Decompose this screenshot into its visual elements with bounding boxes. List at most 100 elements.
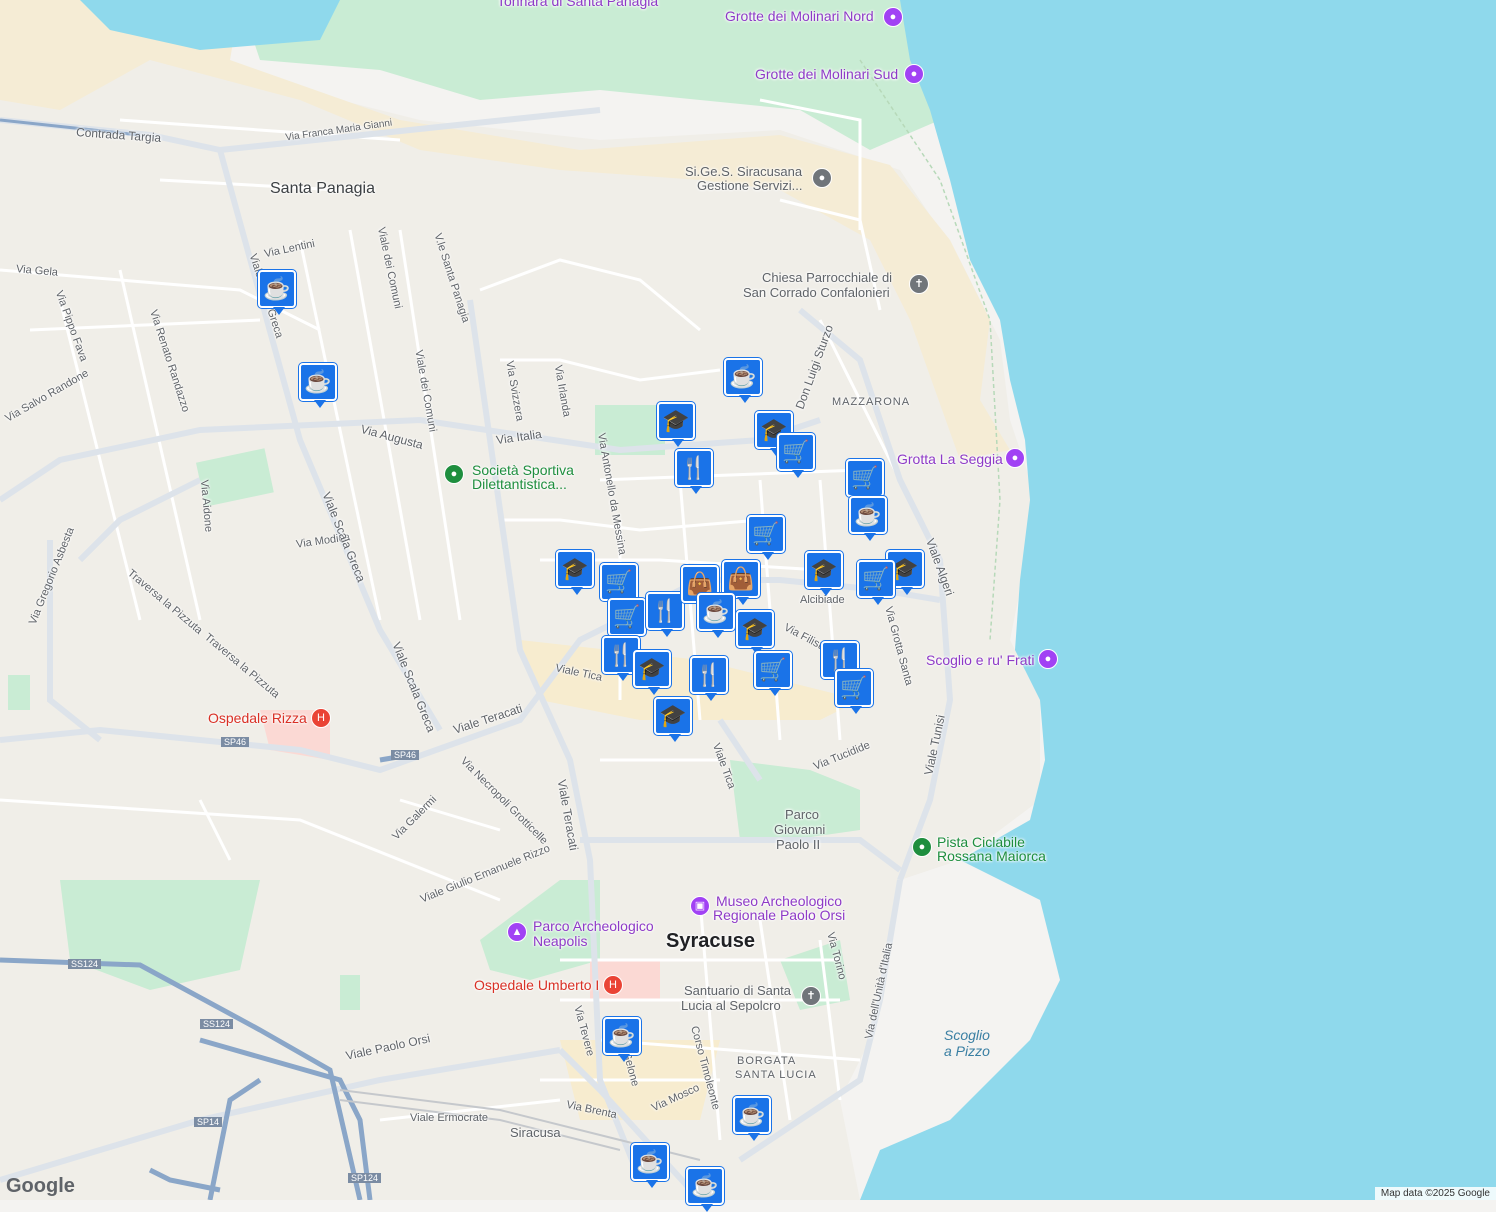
park-icon[interactable]: ● bbox=[912, 837, 932, 857]
cafe-icon: ☕ bbox=[702, 599, 730, 624]
cafe-marker[interactable]: ☕ bbox=[603, 1017, 641, 1062]
restaurant-icon: 🍴 bbox=[680, 455, 708, 480]
cafe-icon: ☕ bbox=[854, 502, 882, 527]
poi-label[interactable]: Regionale Paolo Orsi bbox=[713, 907, 845, 923]
water-label: Scoglio bbox=[944, 1027, 990, 1043]
poi-label[interactable]: Si.Ge.S. Siracusana bbox=[685, 164, 802, 179]
school-marker[interactable]: 🎓 bbox=[657, 402, 695, 447]
camera-icon[interactable]: ● bbox=[904, 64, 924, 84]
hospital-icon[interactable]: H bbox=[603, 975, 623, 995]
museum-icon[interactable]: ▣ bbox=[690, 896, 710, 916]
park-patch bbox=[340, 975, 360, 1010]
cafe-icon: ☕ bbox=[738, 1102, 766, 1127]
water-label: a Pizzo bbox=[944, 1043, 990, 1059]
school-icon: 🎓 bbox=[810, 557, 838, 582]
poi-label[interactable]: Grotta La Seggia bbox=[897, 451, 1003, 467]
shop-marker[interactable]: 🛒 bbox=[835, 669, 873, 714]
cafe-icon: ☕ bbox=[691, 1173, 719, 1198]
shop-icon: 🛒 bbox=[613, 604, 641, 629]
park-label: Parco bbox=[785, 807, 819, 822]
cafe-icon: ☕ bbox=[608, 1023, 636, 1048]
shop-marker[interactable]: 🛒 bbox=[754, 651, 792, 696]
poi-label[interactable]: Ospedale Umberto I bbox=[474, 977, 599, 993]
area-label: Santa Panagia bbox=[270, 180, 375, 197]
cafe-icon: ☕ bbox=[729, 364, 757, 389]
monument-icon[interactable]: ▲ bbox=[507, 922, 527, 942]
hospital-area bbox=[590, 960, 660, 1000]
restaurant-marker[interactable]: 🍴 bbox=[690, 656, 728, 701]
school-icon: 🎓 bbox=[662, 408, 690, 433]
poi-label[interactable]: Dilettantistica... bbox=[472, 476, 567, 492]
neighborhood-label: SANTA LUCIA bbox=[735, 1069, 817, 1081]
cafe-marker[interactable]: ☕ bbox=[849, 496, 887, 541]
cafe-marker[interactable]: ☕ bbox=[258, 270, 296, 315]
restaurant-marker[interactable]: 🍴 bbox=[646, 592, 684, 637]
neighborhood-label: BORGATA bbox=[737, 1055, 797, 1067]
church-icon[interactable]: ✝ bbox=[909, 274, 929, 294]
shop-icon: 🛒 bbox=[752, 521, 780, 546]
shop-marker[interactable]: 🛒 bbox=[608, 598, 646, 643]
poi-label[interactable]: Ospedale Rizza bbox=[208, 710, 307, 726]
school-marker[interactable]: 🎓 bbox=[736, 610, 774, 655]
street-label: Viale Ermocrate bbox=[410, 1112, 489, 1124]
poi-label[interactable]: Lucia al Sepolcro bbox=[681, 998, 781, 1013]
camera-icon[interactable]: ● bbox=[1038, 649, 1058, 669]
poi-label[interactable]: Chiesa Parrocchiale di bbox=[762, 270, 892, 285]
cafe-marker[interactable]: ☕ bbox=[697, 593, 735, 638]
shop-icon: 🛒 bbox=[605, 569, 633, 594]
park-icon[interactable]: ● bbox=[444, 464, 464, 484]
poi-label[interactable]: Tonnara di Santa Panagia bbox=[497, 0, 658, 9]
cafe-marker[interactable]: ☕ bbox=[724, 358, 762, 403]
road-shield: SP14 bbox=[194, 1117, 223, 1127]
poi-label[interactable]: Gestione Servizi... bbox=[697, 178, 803, 193]
cafe-marker[interactable]: ☕ bbox=[686, 1167, 724, 1212]
school-icon: 🎓 bbox=[561, 556, 589, 581]
map-attribution[interactable]: Map data ©2025 Google bbox=[1374, 1187, 1496, 1200]
road-shield: SS124 bbox=[68, 959, 102, 969]
cafe-icon: ☕ bbox=[304, 369, 332, 394]
road-shield: SP124 bbox=[348, 1173, 382, 1183]
google-logo: Google bbox=[6, 1175, 75, 1197]
camera-icon[interactable]: ● bbox=[1005, 448, 1025, 468]
cafe-marker[interactable]: ☕ bbox=[299, 363, 337, 408]
park-label: Paolo II bbox=[776, 837, 821, 852]
shop-marker[interactable]: 🛒 bbox=[857, 560, 895, 605]
poi-label[interactable]: Parco Archeologico bbox=[533, 918, 654, 934]
camera-icon[interactable]: ● bbox=[883, 7, 903, 27]
shop-icon: 🛒 bbox=[840, 675, 868, 700]
restaurant-marker[interactable]: 🍴 bbox=[675, 449, 713, 494]
neighborhood-label: MAZZARONA bbox=[832, 396, 911, 408]
school-icon: 🎓 bbox=[659, 703, 687, 728]
poi-label[interactable]: Neapolis bbox=[533, 933, 587, 949]
poi-label[interactable]: Grotte dei Molinari Sud bbox=[755, 66, 898, 82]
hospital-icon[interactable]: H bbox=[311, 708, 331, 728]
school-icon: 🎓 bbox=[638, 656, 666, 681]
cafe-marker[interactable]: ☕ bbox=[733, 1096, 771, 1141]
shop-icon: 🛒 bbox=[862, 566, 890, 591]
station-label[interactable]: Siracusa bbox=[510, 1125, 561, 1140]
poi-label[interactable]: Grotte dei Molinari Nord bbox=[725, 8, 874, 24]
road-shield: SP46 bbox=[391, 750, 420, 760]
cafe-icon: ☕ bbox=[263, 276, 291, 301]
shop-icon: 🛒 bbox=[759, 657, 787, 682]
school-marker[interactable]: 🎓 bbox=[805, 551, 843, 596]
poi-label[interactable]: San Corrado Confalonieri bbox=[743, 285, 890, 300]
shop-marker[interactable]: 🛒 bbox=[600, 563, 638, 608]
school-marker[interactable]: 🎓 bbox=[654, 697, 692, 742]
shop-marker[interactable]: 🛒 bbox=[777, 433, 815, 478]
park-label: Giovanni bbox=[774, 822, 826, 837]
shop-marker[interactable]: 🛒 bbox=[846, 459, 884, 504]
pin-icon[interactable]: ● bbox=[812, 168, 832, 188]
shop-marker[interactable]: 🛒 bbox=[747, 515, 785, 560]
poi-label[interactable]: Santuario di Santa bbox=[684, 983, 791, 998]
city-label: Syracuse bbox=[666, 930, 755, 952]
poi-label[interactable]: Rossana Maiorca bbox=[937, 848, 1046, 864]
road-shield: SS124 bbox=[200, 1019, 234, 1029]
school-marker[interactable]: 🎓 bbox=[556, 550, 594, 595]
church-icon[interactable]: ✝ bbox=[801, 986, 821, 1006]
cafe-marker[interactable]: ☕ bbox=[631, 1143, 669, 1188]
shop-icon: 🛒 bbox=[851, 465, 879, 490]
poi-label[interactable]: Scoglio e ru' Frati bbox=[926, 652, 1035, 668]
restaurant-icon: 🍴 bbox=[695, 662, 723, 687]
school-marker[interactable]: 🎓 bbox=[633, 650, 671, 695]
